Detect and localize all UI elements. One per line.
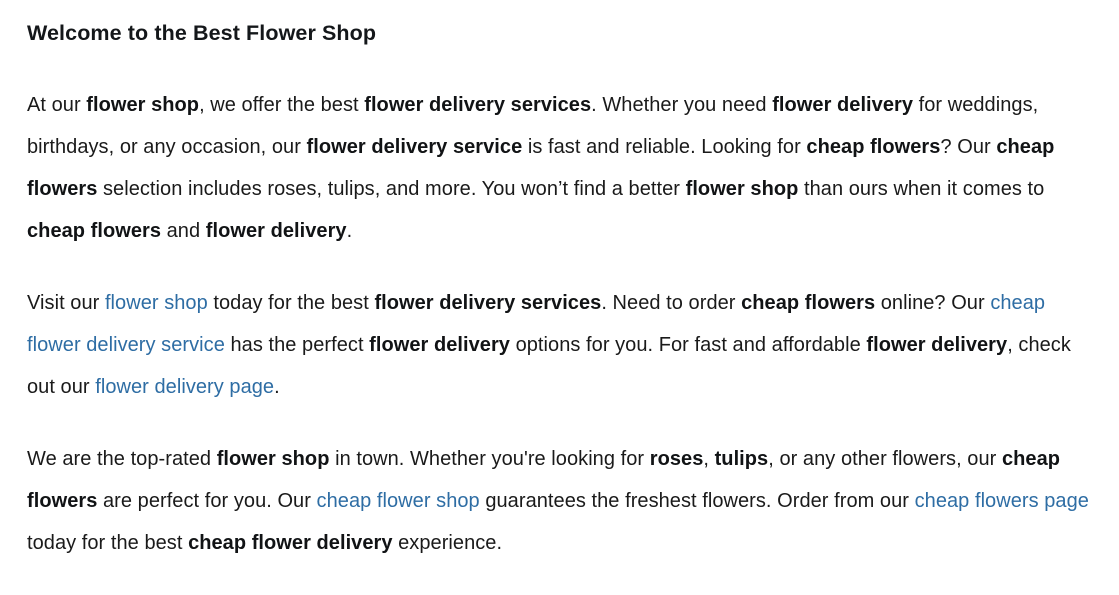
- text-run: has the perfect: [224, 334, 370, 356]
- text-run: ? Our: [940, 136, 997, 158]
- text-run: .: [346, 220, 353, 242]
- text-run: are perfect for you. Our: [97, 490, 317, 512]
- keyword-bold-7: flower shop: [685, 178, 799, 200]
- keyword-bold-3: flower delivery: [369, 334, 510, 356]
- keyword-bold-3: flower delivery: [772, 94, 914, 116]
- text-run: options for you. For fast and affordable: [509, 334, 867, 356]
- page-title: Welcome to the Best Flower Shop: [27, 21, 377, 45]
- text-run: in town. Whether you're looking for: [329, 448, 650, 470]
- document-page: Welcome to the Best Flower Shop At our f…: [0, 0, 1119, 595]
- keyword-bold-3: tulips: [714, 448, 769, 470]
- text-run: At our: [27, 94, 87, 116]
- text-run: .: [274, 376, 280, 398]
- text-run: , we offer the best: [199, 94, 365, 116]
- keyword-bold-4: flower delivery: [866, 334, 1008, 356]
- paragraph-2: Visit our flower shop today for the best…: [27, 282, 1091, 408]
- keyword-bold-1: flower shop: [216, 448, 330, 470]
- inline-link-1[interactable]: flower shop: [105, 292, 208, 314]
- text-run: experience.: [392, 532, 503, 554]
- text-run: and: [161, 220, 206, 242]
- keyword-bold-5: cheap flowers: [806, 136, 941, 158]
- inline-link-1[interactable]: cheap flower shop: [317, 490, 480, 512]
- inline-link-2[interactable]: cheap flowers page: [915, 490, 1089, 512]
- text-run: ,: [703, 448, 715, 470]
- keyword-bold-1: flower delivery services: [374, 292, 602, 314]
- inline-link-3[interactable]: flower delivery page: [95, 376, 274, 398]
- keyword-bold-4: flower delivery service: [306, 136, 523, 158]
- keyword-bold-2: cheap flowers: [741, 292, 876, 314]
- text-run: than ours when it comes to: [798, 178, 1045, 200]
- text-run: online? Our: [875, 292, 991, 314]
- text-run: We are the top-rated: [27, 448, 217, 470]
- paragraph-1: At our flower shop, we offer the best fl…: [27, 84, 1091, 252]
- keyword-bold-5: cheap flower delivery: [188, 532, 393, 554]
- keyword-bold-9: flower delivery: [205, 220, 347, 242]
- text-run: is fast and reliable. Looking for: [522, 136, 807, 158]
- text-run: . Need to order: [601, 292, 742, 314]
- keyword-bold-1: flower shop: [86, 94, 200, 116]
- text-run: . Whether you need: [591, 94, 773, 116]
- keyword-bold-8: cheap flowers: [27, 220, 162, 242]
- keyword-bold-2: flower delivery services: [364, 94, 592, 116]
- text-run: guarantees the freshest flowers. Order f…: [479, 490, 915, 512]
- paragraph-3: We are the top-rated flower shop in town…: [27, 438, 1091, 564]
- text-run: Visit our: [27, 292, 105, 314]
- text-run: today for the best: [27, 532, 189, 554]
- text-run: , or any other flowers, our: [768, 448, 1002, 470]
- text-run: today for the best: [207, 292, 375, 314]
- text-run: selection includes roses, tulips, and mo…: [97, 178, 686, 200]
- keyword-bold-2: roses: [649, 448, 704, 470]
